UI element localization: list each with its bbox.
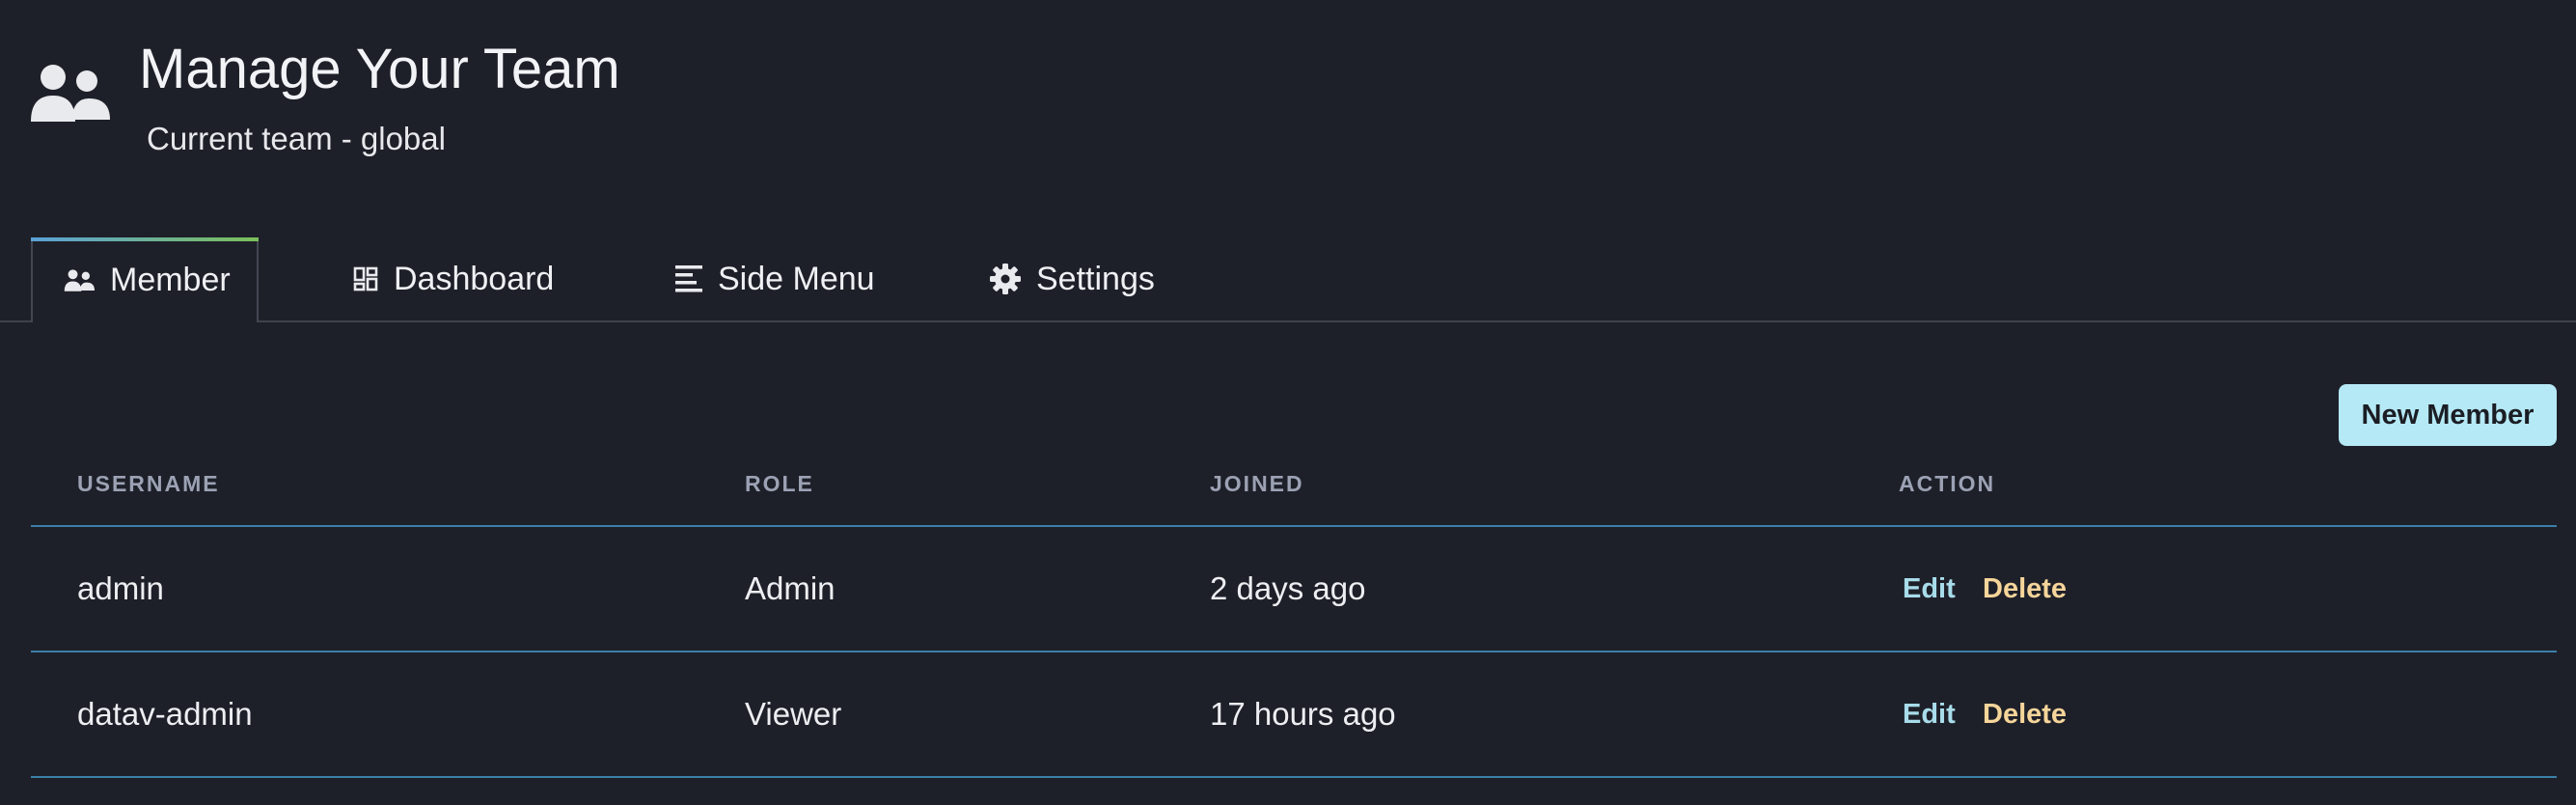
username-cell: datav-admin [77,696,253,732]
column-header-role: ROLE [745,471,814,496]
tab-dashboard-label: Dashboard [394,260,555,297]
tab-side-menu-label: Side Menu [718,260,875,297]
menu-icon [675,265,702,292]
team-icon [31,65,110,122]
dashboard-icon [353,266,378,291]
table-header: USERNAME ROLE JOINED ACTION [31,458,2557,527]
role-cell: Admin [745,570,836,606]
column-header-username: USERNAME [77,471,220,496]
tab-member-label: Member [110,261,231,298]
tab-member[interactable]: Member [31,237,259,322]
page-subtitle: Current team - global [147,121,446,156]
edit-link[interactable]: Edit [1903,527,1956,651]
tab-bar: Member Dashboard Side Menu Settings [0,237,2576,322]
team-management-page: Manage Your Team Current team - global M… [0,0,2576,805]
tab-dashboard[interactable]: Dashboard [353,237,554,320]
page-title: Manage Your Team [139,38,620,100]
delete-link[interactable]: Delete [1983,527,2067,651]
gear-icon [990,264,1021,294]
tab-settings[interactable]: Settings [990,237,1155,320]
team-icon [64,269,95,291]
role-cell: Viewer [745,696,842,732]
table-row: datav-admin Viewer 17 hours ago Edit Del… [31,652,2557,778]
new-member-button[interactable]: New Member [2339,384,2557,446]
joined-cell: 2 days ago [1210,570,1366,606]
tab-side-menu[interactable]: Side Menu [675,237,875,320]
column-header-joined: JOINED [1210,471,1304,496]
tab-settings-label: Settings [1036,260,1155,297]
username-cell: admin [77,570,164,606]
edit-link[interactable]: Edit [1903,652,1956,776]
delete-link[interactable]: Delete [1983,652,2067,776]
table-row: admin Admin 2 days ago Edit Delete [31,527,2557,652]
column-header-action: ACTION [1899,471,1996,496]
members-table: USERNAME ROLE JOINED ACTION admin Admin … [31,458,2557,778]
joined-cell: 17 hours ago [1210,696,1396,732]
